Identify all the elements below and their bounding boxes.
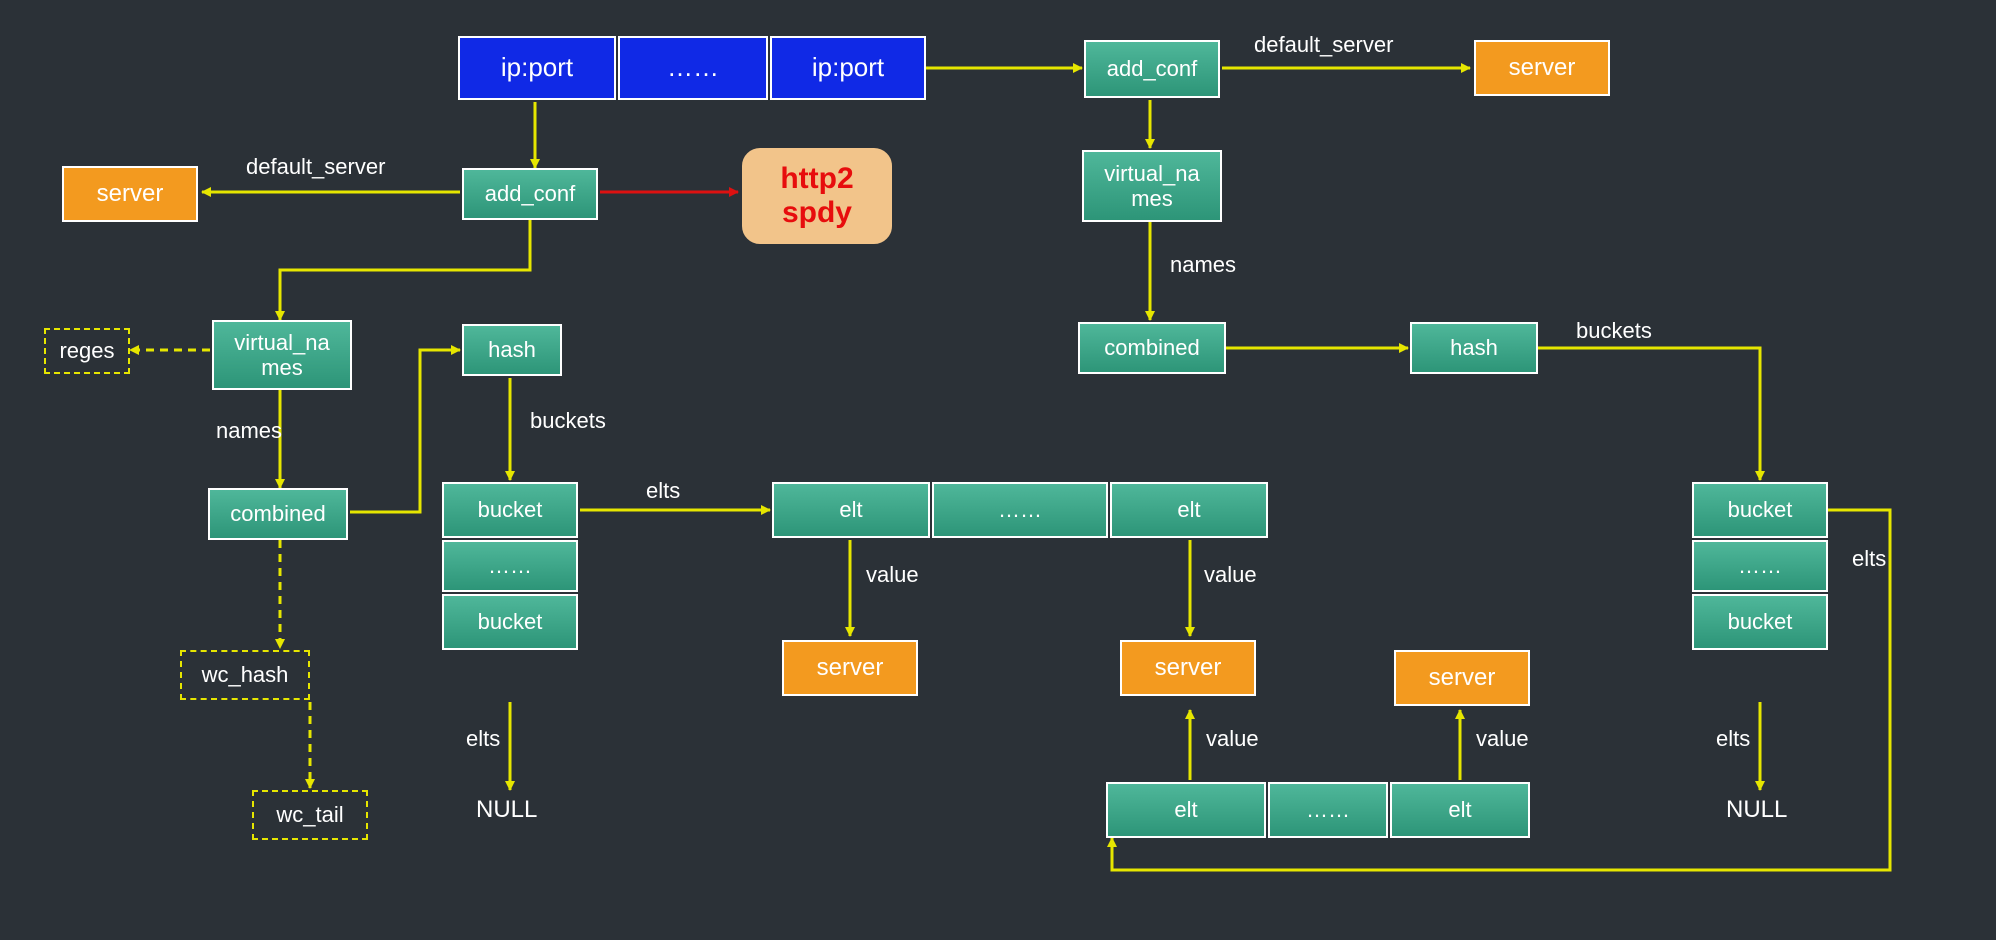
elt-mid-2: elt [1110,482,1268,538]
bucket-left-1: bucket [442,482,578,538]
label-default-server-left: default_server [246,154,385,180]
label-elts-left: elts [646,478,680,504]
combined-right: combined [1078,322,1226,374]
virtual-names-right: virtual_na mes [1082,150,1222,222]
null-left: NULL [476,796,537,824]
label-value-mid-2: value [1204,562,1257,588]
server-mid-2: server [1120,640,1256,696]
add-conf-right: add_conf [1084,40,1220,98]
ipport-box-1: ip:port [458,36,616,100]
label-elts-null-left: elts [466,726,500,752]
label-elts-null-right: elts [1716,726,1750,752]
bucket-right-1: bucket [1692,482,1828,538]
elt-mid-1: elt [772,482,930,538]
label-elts-right: elts [1852,546,1886,572]
reges-box: reges [44,328,130,374]
virtual-names-left: virtual_na mes [212,320,352,390]
server-top-right: server [1474,40,1610,96]
null-right: NULL [1726,796,1787,824]
server-top-left: server [62,166,198,222]
server-bot-2: server [1394,650,1530,706]
label-value-mid-1: value [866,562,919,588]
hash-left: hash [462,324,562,376]
ipport-box-dots: …… [618,36,768,100]
label-value-bot-1: value [1206,726,1259,752]
elt-bot-1: elt [1106,782,1266,838]
label-value-bot-2: value [1476,726,1529,752]
label-names-right: names [1170,252,1236,278]
label-buckets-left: buckets [530,408,606,434]
elt-bot-dots: …… [1268,782,1388,838]
elt-bot-2: elt [1390,782,1530,838]
add-conf-left: add_conf [462,168,598,220]
elt-mid-dots: …… [932,482,1108,538]
label-buckets-right: buckets [1576,318,1652,344]
wc-hash-box: wc_hash [180,650,310,700]
ipport-box-2: ip:port [770,36,926,100]
label-names-left: names [216,418,282,444]
label-default-server-right: default_server [1254,32,1393,58]
combined-left: combined [208,488,348,540]
bucket-right-2: bucket [1692,594,1828,650]
hash-right: hash [1410,322,1538,374]
server-mid-1: server [782,640,918,696]
bucket-left-dots: …… [442,540,578,592]
wc-tail-box: wc_tail [252,790,368,840]
bucket-right-dots: …… [1692,540,1828,592]
bucket-left-2: bucket [442,594,578,650]
http2-spdy-box: http2 spdy [742,148,892,244]
